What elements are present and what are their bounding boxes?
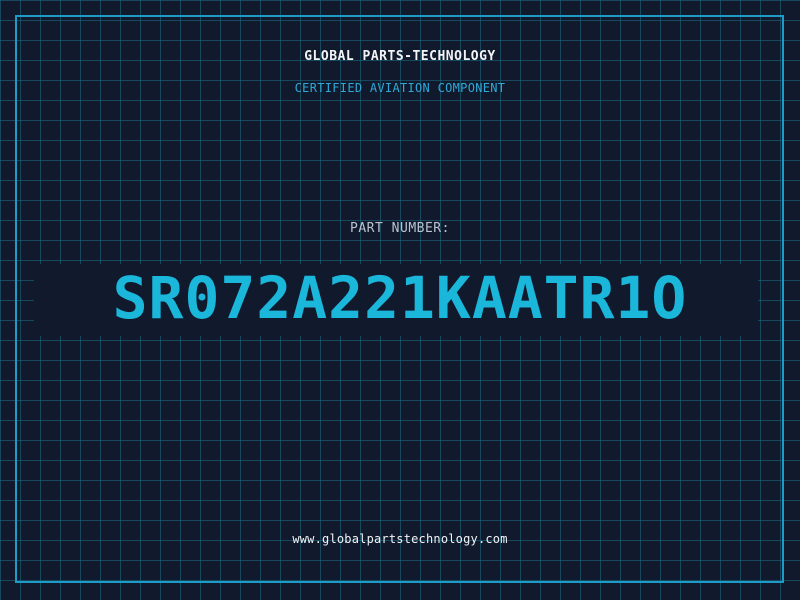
part-number-label: PART NUMBER: — [350, 221, 450, 236]
company-name: GLOBAL PARTS-TECHNOLOGY — [304, 49, 496, 64]
tagline: CERTIFIED AVIATION COMPONENT — [294, 81, 506, 95]
website-url: www.globalpartstechnology.com — [292, 532, 508, 546]
part-number-value: SR072A221KAATR1O — [112, 264, 688, 332]
